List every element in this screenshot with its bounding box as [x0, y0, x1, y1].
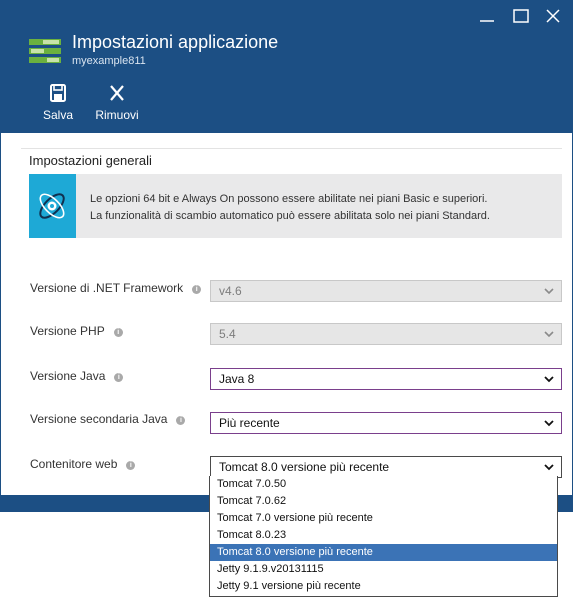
dropdown-option[interactable]: Tomcat 7.0.50: [210, 476, 557, 493]
info-line-2: La funzionalità di scambio automatico pu…: [90, 210, 490, 222]
save-icon: [50, 84, 66, 102]
chevron-down-icon: [544, 288, 554, 295]
java-version-label-text: Versione Java: [30, 369, 106, 383]
net-framework-label: Versione di .NET Framework i: [30, 281, 202, 295]
net-framework-value: v4.6: [219, 284, 242, 298]
chevron-down-icon: [544, 331, 554, 338]
info-banner: Le opzioni 64 bit e Always On possono es…: [29, 174, 562, 238]
chevron-down-icon: [544, 420, 554, 427]
java-version-select[interactable]: Java 8: [210, 368, 562, 390]
minimize-icon[interactable]: [475, 7, 499, 27]
close-icon[interactable]: [541, 7, 565, 27]
java-minor-version-label: Versione secondaria Java i: [30, 412, 186, 426]
x-icon: [110, 85, 124, 101]
dropdown-option[interactable]: Jetty 9.1.9.v20131115: [210, 561, 557, 578]
info-icon[interactable]: i: [114, 373, 124, 382]
app-settings-icon: [29, 39, 61, 63]
java-version-label: Versione Java i: [30, 369, 124, 383]
maximize-icon[interactable]: [509, 7, 533, 27]
dropdown-option[interactable]: Tomcat 7.0 versione più recente: [210, 510, 557, 527]
section-title: Impostazioni generali: [29, 153, 152, 168]
dropdown-option[interactable]: Jetty 9.1 versione più recente: [210, 578, 557, 595]
info-banner-text: Le opzioni 64 bit e Always On possono es…: [90, 191, 490, 225]
save-button-label: Salva: [42, 108, 74, 122]
info-icon[interactable]: i: [126, 461, 136, 470]
save-button[interactable]: Salva: [41, 83, 75, 124]
web-container-select[interactable]: Tomcat 8.0 versione più recente: [210, 456, 562, 478]
info-icon[interactable]: i: [113, 328, 123, 337]
dropdown-option[interactable]: Tomcat 8.0.23: [210, 527, 557, 544]
chevron-down-icon: [544, 464, 554, 471]
php-version-label: Versione PHP i: [30, 324, 123, 338]
page-title: Impostazioni applicazione: [72, 32, 279, 52]
settings-window: Impostazioni applicazione myexample811 S…: [0, 0, 573, 512]
remove-button[interactable]: Rimuovi: [93, 83, 141, 124]
php-version-label-text: Versione PHP: [30, 324, 105, 338]
java-minor-version-label-text: Versione secondaria Java: [30, 412, 168, 426]
dropdown-option[interactable]: Tomcat 7.0.62: [210, 493, 557, 510]
net-framework-label-text: Versione di .NET Framework: [30, 281, 184, 295]
php-version-select: 5.4: [210, 323, 562, 345]
web-container-value: Tomcat 8.0 versione più recente: [219, 460, 390, 474]
web-container-label: Contenitore web i: [30, 457, 136, 471]
remove-button-label: Rimuovi: [95, 108, 139, 122]
dropdown-option-selected[interactable]: Tomcat 8.0 versione più recente: [210, 544, 557, 561]
info-icon[interactable]: i: [176, 416, 186, 425]
blade-header: Impostazioni applicazione myexample811 S…: [1, 1, 572, 133]
java-version-value: Java 8: [219, 372, 255, 386]
net-framework-select: v4.6: [210, 280, 562, 302]
php-version-value: 5.4: [219, 327, 236, 341]
info-icon[interactable]: i: [192, 285, 202, 294]
java-minor-version-value: Più recente: [219, 416, 280, 430]
section-divider: [21, 148, 562, 149]
java-minor-version-select[interactable]: Più recente: [210, 412, 562, 434]
chevron-down-icon: [544, 376, 554, 383]
page-subtitle: myexample811: [72, 55, 146, 67]
web-container-label-text: Contenitore web: [30, 457, 118, 471]
info-banner-icon: [29, 174, 76, 238]
web-container-dropdown-list: Tomcat 7.0.50 Tomcat 7.0.62 Tomcat 7.0 v…: [209, 476, 558, 597]
info-line-1: Le opzioni 64 bit e Always On possono es…: [90, 193, 488, 205]
